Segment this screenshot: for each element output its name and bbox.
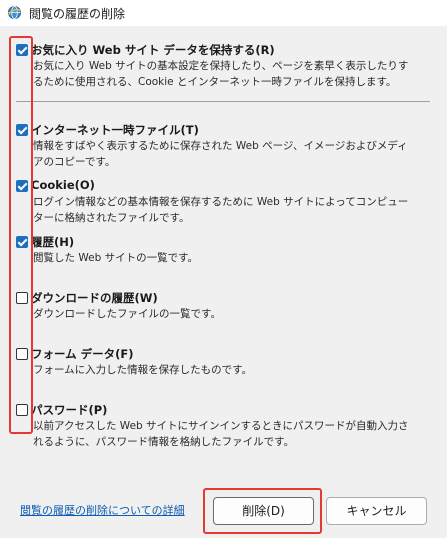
temp-files-label[interactable]: インターネット一時ファイル(T) xyxy=(31,122,199,138)
form-data-label[interactable]: フォーム データ(F) xyxy=(31,346,134,362)
delete-button[interactable]: 削除(D) xyxy=(213,497,314,525)
favorites-label[interactable]: お気に入り Web サイト データを保持する(R) xyxy=(31,42,275,58)
download-history-label[interactable]: ダウンロードの履歴(W) xyxy=(31,290,158,306)
temp-files-description: 情報をすばやく表示するために保存された Web ページ、イメージおよびメディアの… xyxy=(33,140,408,168)
divider xyxy=(16,101,430,102)
cancel-button[interactable]: キャンセル xyxy=(326,497,427,525)
favorites-description: お気に入り Web サイトの基本設定を保持したり、ページを素早く表示したりするた… xyxy=(33,60,409,88)
history-description: 閲覧した Web サイトの一覧です。 xyxy=(33,252,199,264)
cookies-label[interactable]: Cookie(O) xyxy=(31,178,95,192)
form-data-description: フォームに入力した情報を保存したものです。 xyxy=(33,364,253,376)
download-history-description: ダウンロードしたファイルの一覧です。 xyxy=(33,308,221,320)
title-bar: 閲覧の履歴の削除 xyxy=(0,0,447,26)
learn-more-link[interactable]: 閲覧の履歴の削除についての詳細 xyxy=(20,502,185,518)
history-label[interactable]: 履歴(H) xyxy=(31,234,74,250)
ie-globe-icon xyxy=(7,5,22,20)
window-title: 閲覧の履歴の削除 xyxy=(29,7,126,21)
cookies-description: ログイン情報などの基本情報を保存するために Web サイトによってコンピューター… xyxy=(33,196,409,224)
checkbox-highlight-frame xyxy=(9,36,33,434)
passwords-label[interactable]: パスワード(P) xyxy=(31,402,107,418)
passwords-description: 以前アクセスした Web サイトにサインインするときにパスワードが自動入力される… xyxy=(33,420,409,448)
